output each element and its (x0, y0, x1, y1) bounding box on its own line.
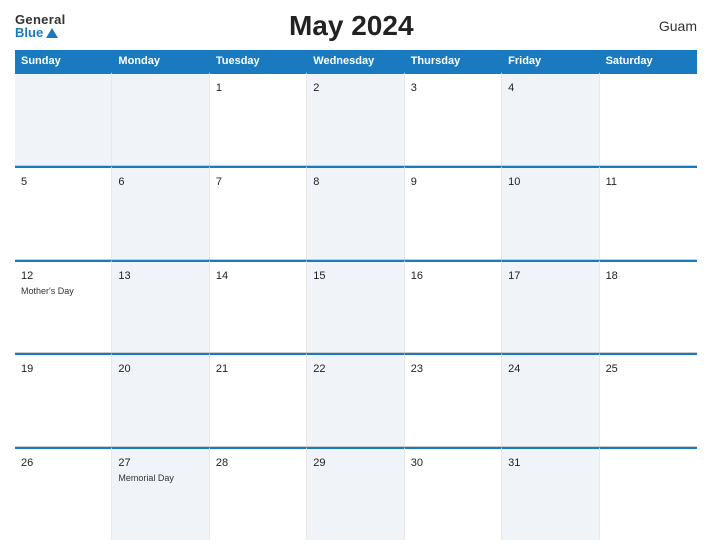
day-num: 7 (216, 176, 222, 188)
header-sunday: Sunday (15, 50, 112, 72)
cell-w2-sun: 5 (15, 166, 112, 259)
day-num: 30 (411, 457, 423, 469)
cell-w5-sun: 26 (15, 447, 112, 540)
cell-w1-thu: 3 (405, 72, 502, 165)
cell-w1-sat (600, 72, 697, 165)
day-num: 17 (508, 270, 520, 282)
cell-w2-mon: 6 (112, 166, 209, 259)
calendar-header: Sunday Monday Tuesday Wednesday Thursday… (15, 50, 697, 72)
page: General Blue May 2024 Guam Sunday Monday… (0, 0, 712, 550)
cell-w4-sun: 19 (15, 353, 112, 446)
cell-w4-fri: 24 (502, 353, 599, 446)
header-monday: Monday (112, 50, 209, 72)
week-3: 12 Mother's Day 13 14 15 16 17 18 (15, 260, 697, 354)
region-label: Guam (637, 18, 697, 34)
day-num: 1 (216, 82, 222, 94)
day-num: 13 (118, 270, 130, 282)
day-num: 25 (606, 363, 618, 375)
cell-w1-mon (112, 72, 209, 165)
mothers-day-label: Mother's Day (21, 286, 105, 297)
day-num: 4 (508, 82, 514, 94)
logo-triangle-icon (46, 28, 58, 38)
day-num: 14 (216, 270, 228, 282)
cell-w1-sun (15, 72, 112, 165)
cell-w5-thu: 30 (405, 447, 502, 540)
cell-w5-tue: 28 (210, 447, 307, 540)
cell-w1-tue: 1 (210, 72, 307, 165)
cell-w4-mon: 20 (112, 353, 209, 446)
header-tuesday: Tuesday (210, 50, 307, 72)
header-wednesday: Wednesday (307, 50, 404, 72)
header-saturday: Saturday (600, 50, 697, 72)
cell-w1-wed: 2 (307, 72, 404, 165)
calendar-title: May 2024 (66, 10, 637, 42)
day-num: 16 (411, 270, 423, 282)
logo-blue-text: Blue (15, 26, 58, 39)
cell-w2-tue: 7 (210, 166, 307, 259)
cell-w3-sun: 12 Mother's Day (15, 260, 112, 353)
day-num: 11 (606, 176, 617, 188)
calendar: Sunday Monday Tuesday Wednesday Thursday… (15, 50, 697, 540)
day-num: 31 (508, 457, 520, 469)
day-num: 18 (606, 270, 618, 282)
cell-w5-mon: 27 Memorial Day (112, 447, 209, 540)
day-num: 10 (508, 176, 520, 188)
cell-w3-sat: 18 (600, 260, 697, 353)
logo-blue-label: Blue (15, 26, 43, 39)
cell-w3-wed: 15 (307, 260, 404, 353)
day-num: 2 (313, 82, 319, 94)
day-num: 9 (411, 176, 417, 188)
cell-w5-wed: 29 (307, 447, 404, 540)
calendar-body: 1 2 3 4 5 6 7 8 9 10 11 12 Mother's Da (15, 72, 697, 540)
cell-w3-mon: 13 (112, 260, 209, 353)
cell-w3-fri: 17 (502, 260, 599, 353)
week-4: 19 20 21 22 23 24 25 (15, 353, 697, 447)
day-num: 29 (313, 457, 325, 469)
day-num: 3 (411, 82, 417, 94)
day-num: 24 (508, 363, 520, 375)
day-num: 19 (21, 363, 33, 375)
header-friday: Friday (502, 50, 599, 72)
cell-w3-tue: 14 (210, 260, 307, 353)
week-2: 5 6 7 8 9 10 11 (15, 166, 697, 260)
cell-w4-wed: 22 (307, 353, 404, 446)
day-num: 8 (313, 176, 319, 188)
cell-w2-sat: 11 (600, 166, 697, 259)
day-num: 20 (118, 363, 130, 375)
logo: General Blue (15, 13, 66, 39)
cell-w4-sat: 25 (600, 353, 697, 446)
cell-w5-fri: 31 (502, 447, 599, 540)
day-num: 21 (216, 363, 228, 375)
day-num: 28 (216, 457, 228, 469)
cell-w1-fri: 4 (502, 72, 599, 165)
week-1: 1 2 3 4 (15, 72, 697, 166)
day-num: 23 (411, 363, 423, 375)
header: General Blue May 2024 Guam (15, 10, 697, 42)
cell-w2-thu: 9 (405, 166, 502, 259)
cell-w2-wed: 8 (307, 166, 404, 259)
cell-w4-tue: 21 (210, 353, 307, 446)
cell-w4-thu: 23 (405, 353, 502, 446)
header-thursday: Thursday (405, 50, 502, 72)
day-num: 22 (313, 363, 325, 375)
day-num: 6 (118, 176, 124, 188)
cell-w5-sat (600, 447, 697, 540)
memorial-day-label: Memorial Day (118, 473, 202, 484)
day-num: 12 (21, 270, 33, 282)
day-num: 27 (118, 457, 130, 469)
day-num: 5 (21, 176, 27, 188)
cell-w3-thu: 16 (405, 260, 502, 353)
cell-w2-fri: 10 (502, 166, 599, 259)
day-num: 26 (21, 457, 33, 469)
day-num: 15 (313, 270, 325, 282)
week-5: 26 27 Memorial Day 28 29 30 31 (15, 447, 697, 540)
